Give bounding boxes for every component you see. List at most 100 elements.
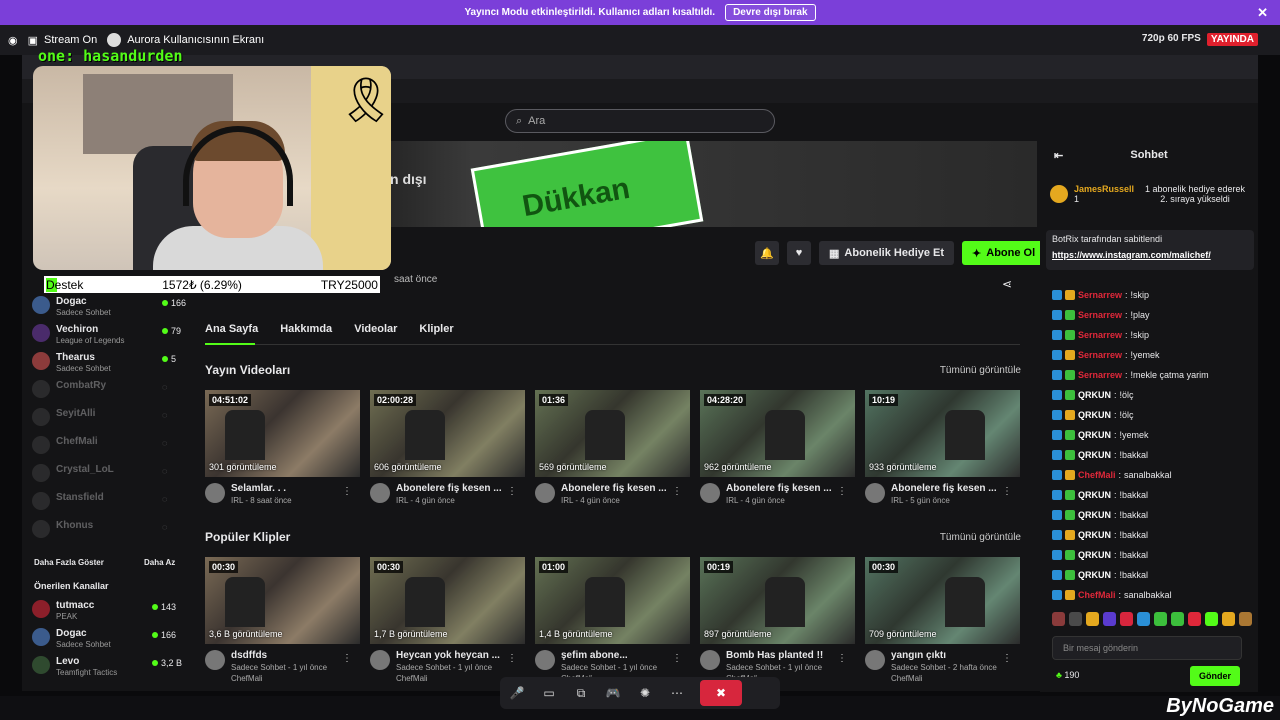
videos-card[interactable]: 02:00:28 606 görüntüleme Abonelere fiş kes… xyxy=(370,390,525,505)
emote-icon[interactable] xyxy=(1188,612,1201,626)
emote-icon[interactable] xyxy=(1120,612,1133,626)
videos-title[interactable]: Abonelere fiş kesen ... xyxy=(726,483,832,494)
chat-username[interactable]: QRKUN xyxy=(1078,430,1111,440)
videos-card[interactable]: 04:28:20 962 görüntüleme Abonelere fiş kes… xyxy=(700,390,855,505)
notification-bell-icon[interactable]: 🔔 xyxy=(755,241,779,265)
sidebar-item-crystal_lol[interactable]: Crystal_LoL xyxy=(32,464,114,482)
tab-clips[interactable]: Klipler xyxy=(419,323,453,335)
chat-username[interactable]: QRKUN xyxy=(1078,410,1111,420)
videos-thumbnail[interactable]: 02:00:28 606 görüntüleme xyxy=(370,390,525,477)
close-icon[interactable]: ✕ xyxy=(1257,5,1268,21)
kebab-menu-icon[interactable]: ⋮ xyxy=(507,486,517,497)
sidebar-item-seyitalli[interactable]: SeyitAlli xyxy=(32,408,95,426)
screen-share-icon[interactable]: ⧉ xyxy=(572,684,590,702)
chat-username[interactable]: ChefMali xyxy=(1078,470,1116,480)
kebab-menu-icon[interactable]: ⋮ xyxy=(837,653,847,664)
videos-thumbnail[interactable]: 04:28:20 962 görüntüleme xyxy=(700,390,855,477)
search-input[interactable]: ⌕ Ara xyxy=(505,109,775,133)
heart-icon[interactable]: ♥ xyxy=(787,241,811,265)
emote-icon[interactable] xyxy=(1154,612,1167,626)
clips-title[interactable]: yangın çıktı xyxy=(891,650,997,661)
emote-icon[interactable] xyxy=(1086,612,1099,626)
clips-thumbnail[interactable]: 00:19 897 görüntüleme xyxy=(700,557,855,644)
collapse-chat-icon[interactable]: ⇤ xyxy=(1054,149,1063,162)
emote-icon[interactable] xyxy=(1205,612,1218,626)
kebab-menu-icon[interactable]: ⋮ xyxy=(342,486,352,497)
videos-thumbnail[interactable]: 10:19 933 görüntüleme xyxy=(865,390,1020,477)
chat-username[interactable]: Sernarrew xyxy=(1078,290,1122,300)
sidebar-item-chefmali[interactable]: ChefMali xyxy=(32,436,98,454)
clips-title[interactable]: Bomb Has planted !! xyxy=(726,650,823,661)
clips-card[interactable]: 00:30 3,6 B görüntüleme dsdffds Sadece Sohb… xyxy=(205,557,360,683)
suggested-item-dogac[interactable]: Dogac Sadece Sohbet xyxy=(32,628,111,649)
source-screen[interactable]: Aurora Kullanıcısının Ekranı xyxy=(107,33,264,47)
videos-thumbnail[interactable]: 01:36 569 görüntüleme xyxy=(535,390,690,477)
videos-see-all-link[interactable]: Tümünü görüntüle xyxy=(940,365,1021,376)
more-options-icon[interactable]: ⋯ xyxy=(668,684,686,702)
emote-icon[interactable] xyxy=(1239,612,1252,626)
kebab-menu-icon[interactable]: ⋮ xyxy=(672,486,682,497)
chat-username[interactable]: Sernarrew xyxy=(1078,350,1122,360)
show-less-link[interactable]: Daha Az xyxy=(144,558,175,567)
chat-username[interactable]: QRKUN xyxy=(1078,490,1111,500)
kebab-menu-icon[interactable]: ⋮ xyxy=(1002,653,1012,664)
clips-thumbnail[interactable]: 00:30 709 görüntüleme xyxy=(865,557,1020,644)
clips-card[interactable]: 00:30 709 görüntüleme yangın çıktı Sadece S… xyxy=(865,557,1020,683)
clips-card[interactable]: 00:19 897 görüntüleme Bomb Has planted !! S… xyxy=(700,557,855,683)
suggested-item-tutmacc[interactable]: tutmacc PEAK xyxy=(32,600,94,621)
end-call-button[interactable]: ✖ xyxy=(700,680,742,706)
send-button[interactable]: Gönder xyxy=(1190,666,1240,686)
chat-username[interactable]: ChefMali xyxy=(1078,590,1116,600)
show-more-link[interactable]: Daha Fazla Göster xyxy=(34,558,104,567)
chat-username[interactable]: QRKUN xyxy=(1078,530,1111,540)
videos-card[interactable]: 10:19 933 görüntüleme Abonelere fiş kesen … xyxy=(865,390,1020,505)
chat-username[interactable]: Sernarrew xyxy=(1078,330,1122,340)
clips-thumbnail[interactable]: 00:30 1,7 B görüntüleme xyxy=(370,557,525,644)
videos-title[interactable]: Abonelere fiş kesen ... xyxy=(891,483,997,494)
source-stream-on[interactable]: ▣ Stream On xyxy=(28,34,98,47)
clips-card[interactable]: 01:00 1,4 B görüntüleme şefim abone... Sade… xyxy=(535,557,690,683)
chat-username[interactable]: QRKUN xyxy=(1078,450,1111,460)
chat-username[interactable]: Sernarrew xyxy=(1078,310,1122,320)
chat-username[interactable]: QRKUN xyxy=(1078,510,1111,520)
sidebar-item-dogac[interactable]: Dogac Sadece Sohbet xyxy=(32,296,111,317)
chat-input[interactable]: Bir mesaj gönderin xyxy=(1052,636,1242,660)
channel-points[interactable]: ♣ 190 xyxy=(1056,670,1079,680)
chat-username[interactable]: QRKUN xyxy=(1078,390,1111,400)
sidebar-item-combatry[interactable]: CombatRy xyxy=(32,380,106,398)
kebab-menu-icon[interactable]: ⋮ xyxy=(342,653,352,664)
clips-author[interactable]: ChefMali xyxy=(891,674,997,683)
emote-icon[interactable] xyxy=(1052,612,1065,626)
clips-thumbnail[interactable]: 00:30 3,6 B görüntüleme xyxy=(205,557,360,644)
videos-card[interactable]: 04:51:02 301 görüntüleme Selamlar. . . IRL … xyxy=(205,390,360,505)
sidebar-item-thearus[interactable]: Thearus Sadece Sohbet xyxy=(32,352,111,373)
videos-thumbnail[interactable]: 04:51:02 301 görüntüleme xyxy=(205,390,360,477)
share-icon[interactable]: ⋖ xyxy=(1002,277,1012,291)
gamepad-icon[interactable]: 🎮 xyxy=(604,684,622,702)
chat-username[interactable]: Sernarrew xyxy=(1078,370,1122,380)
kebab-menu-icon[interactable]: ⋮ xyxy=(672,653,682,664)
tab-about[interactable]: Hakkımda xyxy=(280,323,332,335)
clips-author[interactable]: ChefMali xyxy=(396,674,500,683)
emote-icon[interactable] xyxy=(1103,612,1116,626)
clips-see-all-link[interactable]: Tümünü görüntüle xyxy=(940,532,1021,543)
clips-title[interactable]: Heycan yok heycan ... xyxy=(396,650,500,661)
camera-off-icon[interactable]: ▭ xyxy=(540,684,558,702)
kebab-menu-icon[interactable]: ⋮ xyxy=(1002,486,1012,497)
mic-off-icon[interactable]: 🎤 xyxy=(508,684,526,702)
tab-videos[interactable]: Videolar xyxy=(354,323,397,335)
emote-icon[interactable] xyxy=(1069,612,1082,626)
clips-card[interactable]: 00:30 1,7 B görüntüleme Heycan yok heycan … xyxy=(370,557,525,683)
chat-username[interactable]: QRKUN xyxy=(1078,570,1111,580)
sidebar-item-khonus[interactable]: Khonus xyxy=(32,520,93,538)
clips-thumbnail[interactable]: 01:00 1,4 B görüntüleme xyxy=(535,557,690,644)
kebab-menu-icon[interactable]: ⋮ xyxy=(507,653,517,664)
kebab-menu-icon[interactable]: ⋮ xyxy=(837,486,847,497)
disable-streamer-mode-button[interactable]: Devre dışı bırak xyxy=(725,4,816,21)
clips-author[interactable]: ChefMali xyxy=(231,674,327,683)
sidebar-item-stansfield[interactable]: Stansfield xyxy=(32,492,104,510)
activity-icon[interactable]: ✺ xyxy=(636,684,654,702)
videos-title[interactable]: Selamlar. . . xyxy=(231,483,292,494)
pinned-link[interactable]: https://www.instagram.com/malichef/ xyxy=(1052,250,1248,260)
emote-icon[interactable] xyxy=(1171,612,1184,626)
